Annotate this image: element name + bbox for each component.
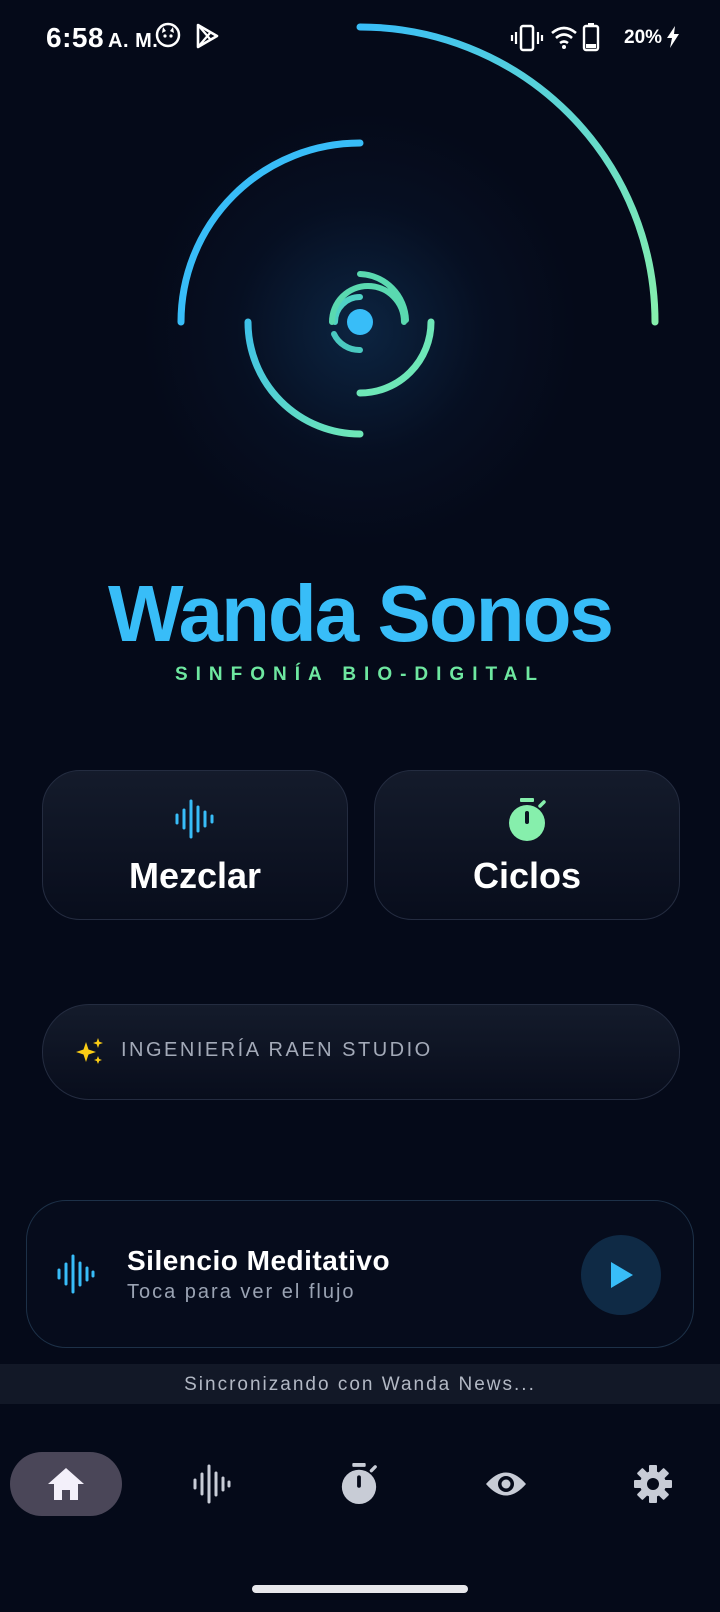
- logo-ring-outer: [356, 23, 659, 326]
- timer-icon: [506, 797, 548, 848]
- mix-button-label: Mezclar: [128, 855, 262, 896]
- nav-mixer[interactable]: [156, 1452, 268, 1516]
- eye-icon: [486, 1472, 526, 1496]
- studio-banner[interactable]: INGENIERÍA RAEN STUDIO: [42, 1004, 680, 1100]
- nav-home[interactable]: [10, 1452, 122, 1516]
- studio-label: INGENIERÍA RAEN STUDIO: [121, 1039, 433, 1061]
- timer-icon: [341, 1463, 377, 1504]
- app-subtitle: SINFONÍA BIO-DIGITAL: [174, 664, 546, 685]
- waveform-icon: [193, 1464, 231, 1504]
- logo-ring-inner-right: [356, 318, 435, 397]
- mix-button[interactable]: Mezclar: [42, 770, 348, 920]
- logo-ring-middle: [177, 139, 364, 326]
- now-playing-card[interactable]: Silencio Meditativo Toca para ver el flu…: [26, 1200, 694, 1348]
- play-icon: [611, 1262, 633, 1288]
- cycles-button[interactable]: Ciclos: [374, 770, 680, 920]
- nav-settings[interactable]: [597, 1452, 709, 1516]
- logo-ring-inner-left: [244, 318, 364, 438]
- gear-icon: [634, 1465, 672, 1503]
- sync-banner: Sincronizando con Wanda News...: [0, 1364, 720, 1404]
- now-playing-subtitle: Toca para ver el flujo: [127, 1281, 356, 1303]
- logo-core-dot: [347, 309, 373, 335]
- sparkles-icon: [75, 1037, 105, 1072]
- cycles-button-label: Ciclos: [472, 855, 582, 896]
- home-icon: [48, 1468, 84, 1500]
- nav-view[interactable]: [450, 1452, 562, 1516]
- play-button[interactable]: [581, 1235, 661, 1315]
- waveform-icon: [57, 1253, 95, 1300]
- waveform-icon: [175, 797, 215, 846]
- app-logo-rings: [177, 23, 659, 438]
- now-playing-title: Silencio Meditativo: [127, 1245, 391, 1276]
- bottom-nav: [0, 1440, 720, 1520]
- sync-banner-text: Sincronizando con Wanda News...: [184, 1374, 536, 1395]
- nav-timer[interactable]: [303, 1452, 415, 1516]
- app-title: Wanda Sonos: [108, 569, 614, 658]
- home-indicator[interactable]: [252, 1585, 468, 1593]
